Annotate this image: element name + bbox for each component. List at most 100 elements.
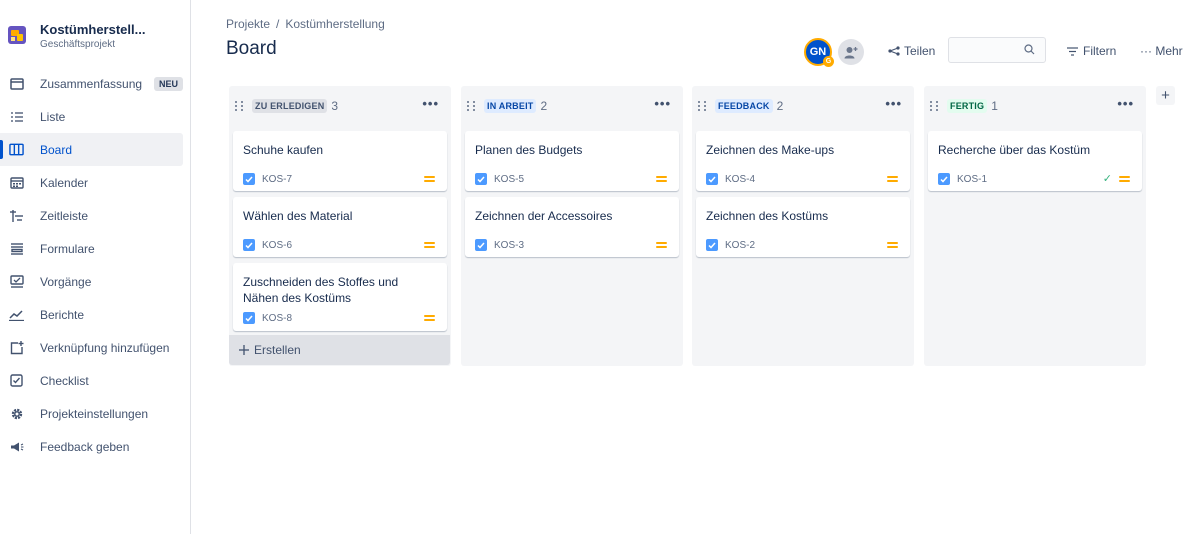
column-header[interactable]: ZU ERLEDIGEN 3 [235,98,338,114]
sidebar-item-label: Liste [40,109,66,124]
card-key[interactable]: KOS-3 [475,239,524,251]
column-title: FEEDBACK [715,99,773,113]
column-menu-button[interactable]: ••• [654,96,671,111]
column-header[interactable]: FERTIG 1 [930,98,998,114]
breadcrumb-project-link[interactable]: Kostümherstellung [285,17,384,31]
megaphone-icon [9,439,24,454]
card-key[interactable]: KOS-7 [243,173,292,185]
board-icon [9,142,24,157]
sidebar-item-list[interactable]: Liste [0,100,191,133]
breadcrumb: Projekte / Kostümherstellung [226,17,385,31]
add-column-button[interactable]: + [1156,86,1175,105]
project-type: Geschäftsprojekt [40,39,116,50]
issue-key: KOS-2 [725,239,756,251]
column-menu-button[interactable]: ••• [1117,96,1134,111]
sidebar-item-board[interactable]: Board [0,133,183,166]
sidebar-item-label: Checklist [40,373,89,388]
priority-medium-icon [424,175,435,183]
sidebar-item-feedback[interactable]: Feedback geben [0,430,191,463]
sidebar: Kostümherstell... Geschäftsprojekt Zusam… [0,0,191,534]
search-icon [1024,44,1035,55]
priority-medium-icon [424,241,435,249]
column-count: 2 [776,99,784,113]
drag-handle-icon[interactable] [698,101,708,111]
share-label: Teilen [904,44,936,58]
column-header[interactable]: FEEDBACK 2 [698,98,783,114]
drag-handle-icon[interactable] [930,101,940,111]
issues-icon [9,274,24,289]
sidebar-item-label: Zeitleiste [40,208,89,223]
search-box[interactable] [948,37,1046,63]
sidebar-item-label: Vorgänge [40,274,92,289]
issue-card[interactable]: Zeichnen der Accessoires KOS-3 [465,197,679,257]
task-type-icon [706,173,718,185]
column-menu-button[interactable]: ••• [422,96,439,111]
more-button[interactable]: ··· Mehr [1140,44,1183,58]
sidebar-item-label: Projekteinstellungen [40,406,149,421]
column-count: 2 [540,99,548,113]
task-type-icon [243,312,255,324]
search-input[interactable] [955,42,1025,58]
card-key[interactable]: KOS-6 [243,239,292,251]
breadcrumb-projects-link[interactable]: Projekte [226,17,270,31]
column-header[interactable]: IN ARBEIT 2 [467,98,547,114]
column-menu-button[interactable]: ••• [885,96,902,111]
card-key[interactable]: KOS-1 [938,173,987,185]
done-check-icon: ✓ [1102,173,1112,185]
sidebar-item-label: Kalender [40,175,89,190]
project-header[interactable]: Kostümherstell... Geschäftsprojekt [8,20,183,56]
card-title: Wählen des Material [243,209,353,223]
card-title: Zeichnen des Kostüms [706,209,829,223]
card-key[interactable]: KOS-8 [243,312,292,324]
card-title: Schuhe kaufen [243,143,324,157]
sidebar-item-label: Feedback geben [40,439,130,454]
avatar-mini-badge: G [823,56,834,67]
card-key[interactable]: KOS-5 [475,173,524,185]
card-key[interactable]: KOS-4 [706,173,755,185]
sidebar-item-timeline[interactable]: Zeitleiste [0,199,191,232]
issue-card[interactable]: Wählen des Material KOS-6 [233,197,447,257]
sidebar-item-add-shortcut[interactable]: Verknüpfung hinzufügen [0,331,191,364]
sidebar-item-forms[interactable]: Formulare [0,232,191,265]
avatar-initials: GN [809,46,827,58]
issue-card[interactable]: Schuhe kaufen KOS-7 [233,131,447,191]
sidebar-item-issues[interactable]: Vorgänge [0,265,191,298]
sidebar-item-calendar[interactable]: Kalender [0,166,191,199]
avatar[interactable]: GN G [804,38,834,67]
sidebar-item-reports[interactable]: Berichte [0,298,191,331]
list-icon [9,109,24,124]
add-people-button[interactable] [838,39,864,65]
issue-card[interactable]: Recherche über das Kostüm KOS-1 ✓ [928,131,1142,191]
sidebar-item-summary[interactable]: Zusammenfassung NEU [0,67,191,100]
sidebar-item-checklist[interactable]: Checklist [0,364,191,397]
issue-key: KOS-8 [262,312,293,324]
priority-medium-icon [656,175,667,183]
sidebar-item-label: Berichte [40,307,85,322]
column-title: IN ARBEIT [484,99,537,113]
sidebar-item-label: Board [40,142,73,157]
column-count: 1 [991,99,998,113]
priority-medium-icon [887,175,898,183]
plus-icon [239,345,249,355]
card-key[interactable]: KOS-2 [706,239,755,251]
forms-icon [9,241,24,256]
new-badge: NEU [154,76,184,91]
add-user-icon [844,46,858,58]
issue-card[interactable]: Zuschneiden des Stoffes und Nähen des Ko… [233,263,447,331]
create-issue-button[interactable]: Erstellen [229,335,450,365]
sidebar-item-settings[interactable]: Projekteinstellungen [0,397,191,430]
issue-card[interactable]: Planen des Budgets KOS-5 [465,131,679,191]
drag-handle-icon[interactable] [467,101,477,111]
issue-card[interactable]: Zeichnen des Kostüms KOS-2 [696,197,910,257]
share-button[interactable]: Teilen [888,44,935,58]
drag-handle-icon[interactable] [235,101,245,111]
priority-medium-icon [656,241,667,249]
issue-key: KOS-1 [957,173,988,185]
issue-card[interactable]: Zeichnen des Make-ups KOS-4 [696,131,910,191]
calendar-icon [9,175,24,190]
gear-icon [9,406,24,421]
filter-button[interactable]: Filtern [1067,44,1116,58]
timeline-icon [9,208,24,223]
card-title: Zeichnen des Make-ups [706,143,835,157]
card-title: Planen des Budgets [475,143,583,157]
